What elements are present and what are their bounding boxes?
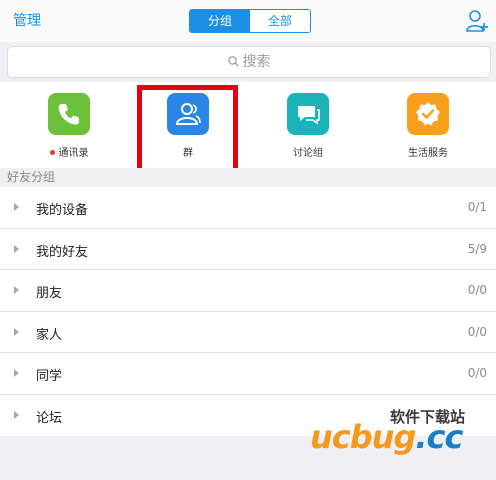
segmented-control: 分组 全部	[189, 9, 311, 33]
discussion-label: 讨论组	[293, 148, 323, 159]
expand-arrow-icon	[14, 327, 19, 336]
group-count: 0/1	[467, 200, 487, 214]
expand-arrow-icon	[14, 410, 19, 419]
add-user-icon[interactable]	[466, 9, 488, 33]
quick-entries: 通讯录 群 讨论组 生活服务	[0, 82, 496, 168]
group-name: 家人	[36, 327, 63, 343]
list-item[interactable]: 我的好友 5/9	[0, 229, 496, 270]
contacts-label: 通讯录	[58, 148, 89, 159]
watermark-brand-b: .cc	[415, 418, 463, 456]
search-icon	[227, 55, 239, 67]
discussion-entry[interactable]: 讨论组	[268, 93, 348, 159]
search-placeholder: 搜索	[242, 54, 271, 70]
watermark-brand-a: ucbug	[310, 418, 416, 456]
life-services-entry[interactable]: 生活服务	[388, 93, 468, 159]
group-count: 5/9	[467, 241, 487, 256]
group-name: 我的设备	[36, 203, 89, 218]
list-item[interactable]: 我的设备 0/1	[0, 187, 496, 229]
expand-arrow-icon	[14, 203, 19, 211]
expand-arrow-icon	[14, 369, 19, 377]
manage-button[interactable]: 管理	[13, 10, 41, 30]
group-count: 0/0	[467, 324, 487, 339]
group-name: 论坛	[36, 410, 63, 426]
expand-arrow-icon	[14, 244, 19, 253]
group-name: 同学	[36, 369, 63, 384]
search-input[interactable]: 搜索	[7, 46, 491, 78]
highlight-box	[137, 85, 238, 177]
tab-all[interactable]: 全部	[250, 10, 310, 32]
expand-arrow-icon	[14, 286, 19, 294]
watermark-logo: 软件下载站 ucbug.cc	[300, 402, 492, 464]
list-item[interactable]: 同学 0/0	[0, 353, 496, 395]
chat-bubble-icon	[287, 93, 329, 135]
group-count: 0/0	[467, 366, 487, 380]
group-name: 我的好友	[36, 244, 89, 260]
watermark-brand: ucbug.cc	[310, 418, 463, 456]
section-header: 好友分组	[0, 168, 496, 187]
group-count: 0/0	[467, 283, 487, 297]
life-services-label: 生活服务	[408, 148, 448, 159]
contacts-entry[interactable]: 通讯录	[29, 93, 109, 159]
list-item[interactable]: 家人 0/0	[0, 312, 496, 353]
unread-dot	[49, 149, 55, 155]
top-bar: 管理 分组 全部	[0, 0, 496, 42]
search-bar-area: 搜索	[0, 42, 496, 82]
group-name: 朋友	[36, 286, 63, 301]
friend-group-list: 我的设备 0/1 我的好友 5/9 朋友 0/0 家人 0/0 同学 0/0 论…	[0, 187, 496, 436]
tab-groups[interactable]: 分组	[190, 10, 250, 32]
badge-check-icon	[407, 93, 449, 135]
list-item[interactable]: 朋友 0/0	[0, 270, 496, 312]
phone-icon	[48, 93, 90, 135]
